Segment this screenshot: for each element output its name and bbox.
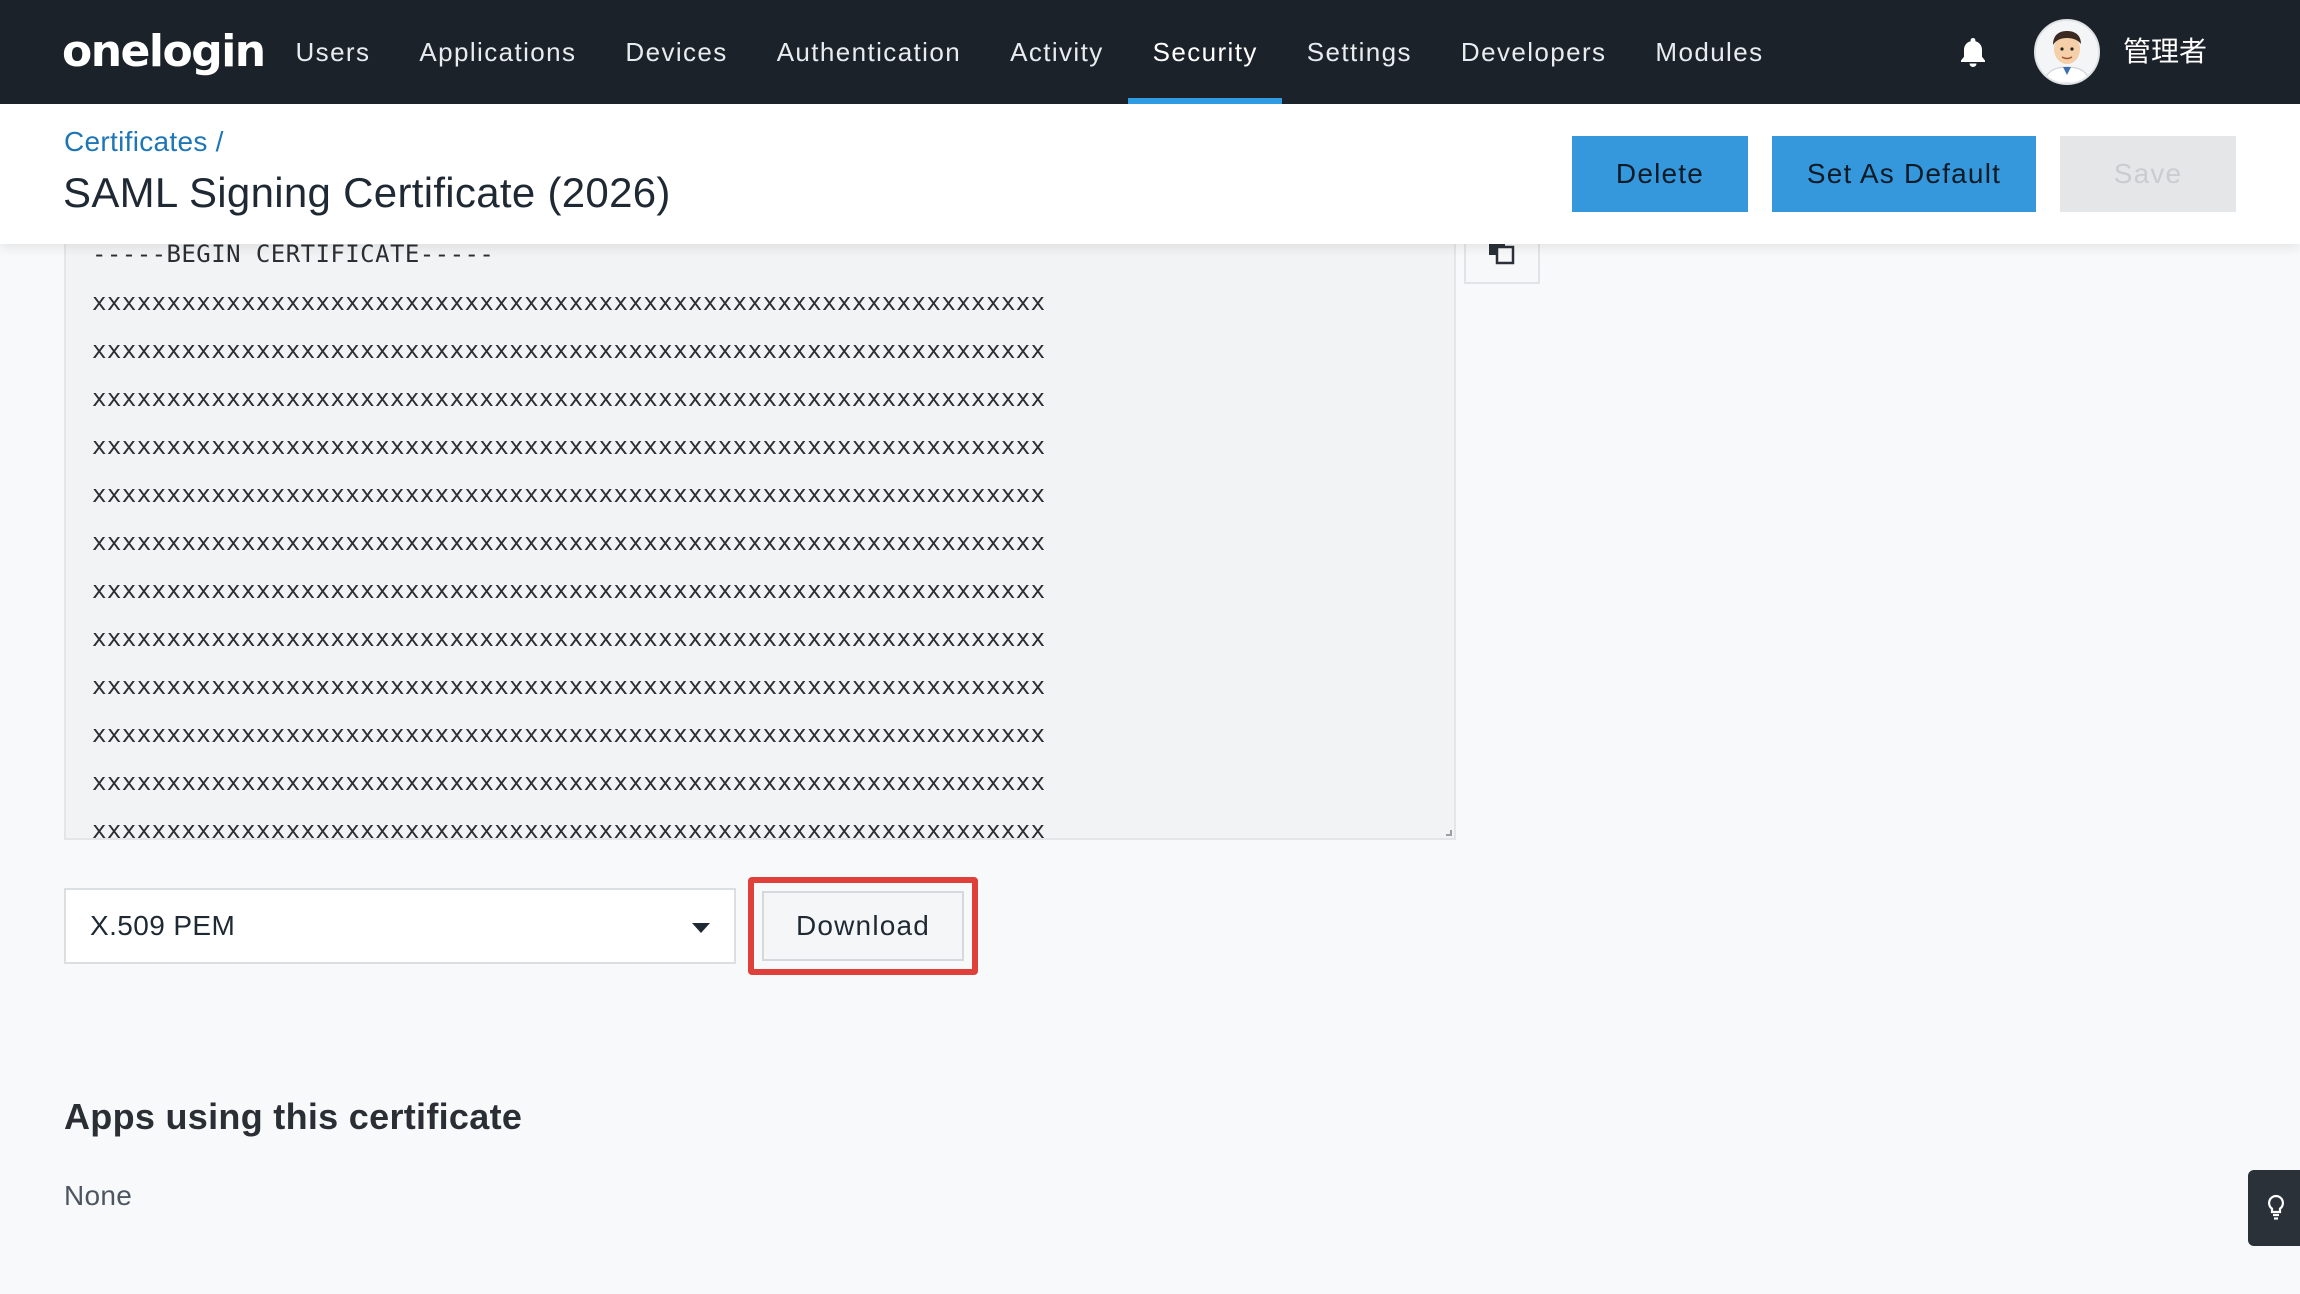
certificate-line: xxxxxxxxxxxxxxxxxxxxxxxxxxxxxxxxxxxxxxxx…	[92, 576, 1046, 604]
nav-menu: Users Applications Devices Authenticatio…	[271, 0, 1788, 104]
apps-section-value: None	[64, 1180, 133, 1211]
nav-item-activity[interactable]: Activity	[986, 0, 1129, 104]
nav-item-developers[interactable]: Developers	[1436, 0, 1631, 104]
format-selected-value: X.509 PEM	[90, 910, 236, 941]
set-as-default-button[interactable]: Set As Default	[1772, 136, 2036, 212]
nav-item-modules[interactable]: Modules	[1631, 0, 1788, 104]
download-button[interactable]: Download	[762, 891, 964, 961]
page-title: SAML Signing Certificate (2026)	[63, 169, 671, 216]
certificate-line: xxxxxxxxxxxxxxxxxxxxxxxxxxxxxxxxxxxxxxxx…	[92, 384, 1046, 412]
nav-item-devices[interactable]: Devices	[601, 0, 752, 104]
user-name[interactable]: 管理者	[2123, 30, 2207, 74]
certificate-line: xxxxxxxxxxxxxxxxxxxxxxxxxxxxxxxxxxxxxxxx…	[92, 432, 1046, 460]
certificate-line: xxxxxxxxxxxxxxxxxxxxxxxxxxxxxxxxxxxxxxxx…	[92, 288, 1046, 316]
breadcrumb-certificates-link[interactable]: Certificates	[64, 126, 208, 157]
bell-icon[interactable]	[1958, 36, 1988, 68]
hint-button[interactable]	[2248, 1170, 2300, 1246]
resize-handle[interactable]	[1446, 830, 1452, 836]
nav-item-authentication[interactable]: Authentication	[752, 0, 985, 104]
breadcrumb-separator: /	[215, 126, 224, 157]
save-button[interactable]: Save	[2060, 136, 2236, 212]
certificate-format-select[interactable]: X.509 PEM	[64, 888, 736, 964]
certificate-textarea[interactable]: -----BEGIN CERTIFICATE----- xxxxxxxxxxxxx…	[64, 200, 1456, 840]
certificate-line: xxxxxxxxxxxxxxxxxxxxxxxxxxxxxxxxxxxxxxxx…	[92, 816, 1046, 840]
nav-item-applications[interactable]: Applications	[395, 0, 601, 104]
page-header: Certificates / SAML Signing Certificate (…	[0, 104, 2300, 244]
certificate-line: xxxxxxxxxxxxxxxxxxxxxxxxxxxxxxxxxxxxxxxx…	[92, 672, 1046, 700]
user-avatar[interactable]	[2034, 19, 2100, 85]
onelogin-logo[interactable]: onelogin	[62, 22, 266, 82]
nav-item-users[interactable]: Users	[271, 0, 395, 104]
lightbulb-icon	[2267, 1194, 2285, 1220]
certificate-line: xxxxxxxxxxxxxxxxxxxxxxxxxxxxxxxxxxxxxxxx…	[92, 720, 1046, 748]
nav-item-settings[interactable]: Settings	[1282, 0, 1436, 104]
nav-item-security[interactable]: Security	[1128, 0, 1283, 104]
certificate-line: xxxxxxxxxxxxxxxxxxxxxxxxxxxxxxxxxxxxxxxx…	[92, 768, 1046, 796]
certificate-line: xxxxxxxxxxxxxxxxxxxxxxxxxxxxxxxxxxxxxxxx…	[92, 480, 1046, 508]
chevron-down-icon	[692, 923, 710, 933]
certificate-line: xxxxxxxxxxxxxxxxxxxxxxxxxxxxxxxxxxxxxxxx…	[92, 624, 1046, 652]
certificate-line: xxxxxxxxxxxxxxxxxxxxxxxxxxxxxxxxxxxxxxxx…	[92, 336, 1046, 364]
certificate-line: xxxxxxxxxxxxxxxxxxxxxxxxxxxxxxxxxxxxxxxx…	[92, 528, 1046, 556]
top-navigation: onelogin Users Applications Devices Auth…	[0, 0, 2300, 104]
apps-section-title: Apps using this certificate	[64, 1096, 523, 1137]
delete-button[interactable]: Delete	[1572, 136, 1748, 212]
breadcrumb: Certificates /	[64, 126, 224, 158]
certificate-text: -----BEGIN CERTIFICATE----- xxxxxxxxxxxxx…	[92, 230, 1046, 840]
